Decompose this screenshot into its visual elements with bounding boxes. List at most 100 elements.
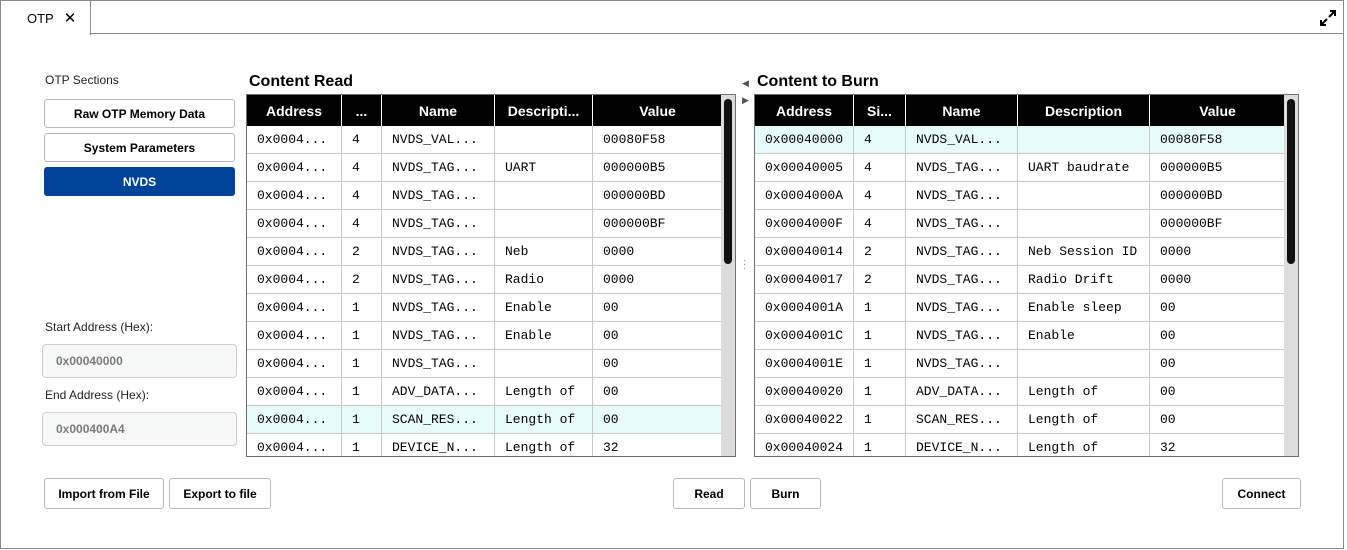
table-cell: 0x0004... [247, 238, 342, 265]
collapse-right-icon[interactable]: ▶ [742, 95, 749, 106]
column-header[interactable]: Name [382, 95, 495, 126]
nvds-button[interactable]: NVDS [44, 167, 235, 196]
splitter-handle[interactable]: · · · [743, 256, 746, 274]
content-read-table[interactable]: Address... Name Descripti... Value 0x0004...… [246, 94, 736, 457]
table-cell: SCAN_RES... [382, 406, 495, 433]
table-row[interactable]: 0x00040000 4 NVDS_VAL... 00080F58 [755, 126, 1298, 154]
table-header: Address Si... Name Description Value [755, 95, 1298, 126]
table-cell [495, 210, 593, 237]
table-cell: 1 [854, 406, 906, 433]
system-parameters-button[interactable]: System Parameters [44, 133, 235, 162]
table-cell: 000000B5 [593, 154, 723, 181]
column-header[interactable]: Address [247, 95, 342, 126]
table-row[interactable]: 0x00040022 1 SCAN_RES... Length of 00 [755, 406, 1298, 434]
table-cell: Enable [1018, 322, 1150, 349]
table-row[interactable]: 0x00040017 2 NVDS_TAG... Radio Drift 0000 [755, 266, 1298, 294]
export-to-file-button[interactable]: Export to file [169, 478, 271, 509]
column-header[interactable]: Descripti... [495, 95, 593, 126]
table-row[interactable]: 0x0004000A 4 NVDS_TAG... 000000BD [755, 182, 1298, 210]
table-row[interactable]: 0x0004... 1 NVDS_TAG... Enable 00 [247, 322, 735, 350]
table-row[interactable]: 0x00040024 1 DEVICE_N... Length of 32 [755, 434, 1298, 456]
table-cell: 4 [342, 154, 382, 181]
table-cell: 2 [342, 238, 382, 265]
tab-otp[interactable]: OTP ✕ [1, 1, 91, 35]
table-row[interactable]: 0x00040014 2 NVDS_TAG... Neb Session ID 0000 [755, 238, 1298, 266]
table-row[interactable]: 0x00040005 4 NVDS_TAG... UART baudrate 00000… [755, 154, 1298, 182]
table-cell: 0x0004... [247, 434, 342, 456]
table-row[interactable]: 0x0004... 4 NVDS_TAG... 000000BD [247, 182, 735, 210]
table-cell: 0x0004... [247, 210, 342, 237]
table-row[interactable]: 0x0004... 1 DEVICE_N... Length of 32 [247, 434, 735, 456]
import-from-file-button[interactable]: Import from File [44, 478, 164, 509]
read-button[interactable]: Read [673, 478, 745, 509]
connect-button[interactable]: Connect [1222, 478, 1301, 509]
table-cell: 1 [342, 434, 382, 456]
table-row[interactable]: 0x0004... 1 NVDS_TAG... 00 [247, 350, 735, 378]
scrollbar-thumb[interactable] [1287, 99, 1295, 264]
otp-window: OTP ✕ OTP Sections Raw OTP Memory Data S… [0, 0, 1344, 549]
table-cell: 000000BD [1150, 182, 1286, 209]
table-row[interactable]: 0x0004... 2 NVDS_TAG... Neb 0000 [247, 238, 735, 266]
table-row[interactable]: 0x0004000F 4 NVDS_TAG... 000000BF [755, 210, 1298, 238]
table-row[interactable]: 0x0004... 2 NVDS_TAG... Radio 0000 [247, 266, 735, 294]
table-cell: NVDS_TAG... [382, 322, 495, 349]
table-row[interactable]: 0x00040020 1 ADV_DATA... Length of 00 [755, 378, 1298, 406]
table-cell: NVDS_TAG... [382, 154, 495, 181]
scrollbar-thumb[interactable] [724, 99, 732, 264]
vertical-scrollbar[interactable] [1284, 95, 1298, 456]
content-to-burn-table[interactable]: Address Si... Name Description Value 0x000400… [754, 94, 1299, 457]
table-row[interactable]: 0x0004001A 1 NVDS_TAG... Enable sleep 00 [755, 294, 1298, 322]
table-cell [1018, 210, 1150, 237]
table-cell: Length of [495, 434, 593, 456]
table-cell: UART baudrate [1018, 154, 1150, 181]
table-cell: 00080F58 [1150, 126, 1286, 153]
column-header[interactable]: Description [1018, 95, 1150, 126]
column-header[interactable]: ... [342, 95, 382, 126]
table-cell [495, 126, 593, 153]
column-header[interactable]: Value [593, 95, 723, 126]
table-cell: DEVICE_N... [906, 434, 1018, 456]
table-cell: 0x0004001C [755, 322, 854, 349]
table-cell: NVDS_TAG... [382, 266, 495, 293]
tab-label: OTP [27, 10, 54, 26]
table-row[interactable]: 0x0004... 1 ADV_DATA... Length of 00 [247, 378, 735, 406]
table-cell: NVDS_TAG... [382, 294, 495, 321]
burn-button[interactable]: Burn [750, 478, 821, 509]
close-icon[interactable]: ✕ [64, 11, 77, 26]
table-cell: NVDS_TAG... [382, 182, 495, 209]
table-cell: 0x0004000A [755, 182, 854, 209]
table-row[interactable]: 0x0004... 4 NVDS_TAG... UART 000000B5 [247, 154, 735, 182]
table-cell: Length of [495, 406, 593, 433]
column-header[interactable]: Name [906, 95, 1018, 126]
table-cell: NVDS_TAG... [906, 210, 1018, 237]
table-cell: 00 [593, 350, 723, 377]
content-read-title: Content Read [249, 73, 353, 90]
maximize-icon[interactable] [1319, 9, 1337, 27]
column-header[interactable]: Value [1150, 95, 1286, 126]
vertical-scrollbar[interactable] [721, 95, 735, 456]
raw-otp-memory-button[interactable]: Raw OTP Memory Data [44, 99, 235, 128]
collapse-left-icon[interactable]: ◀ [742, 78, 749, 89]
tab-bar: OTP ✕ [1, 1, 1343, 35]
column-header[interactable]: Si... [854, 95, 906, 126]
table-cell: Length of [1018, 434, 1150, 456]
column-header[interactable]: Address [755, 95, 854, 126]
table-cell: 0x0004... [247, 294, 342, 321]
table-row[interactable]: 0x0004... 4 NVDS_TAG... 000000BF [247, 210, 735, 238]
table-cell: 0000 [593, 266, 723, 293]
end-address-input[interactable]: 0x000400A4 [42, 412, 237, 446]
table-cell: ADV_DATA... [382, 378, 495, 405]
table-cell: 00 [593, 406, 723, 433]
table-cell: NVDS_TAG... [382, 238, 495, 265]
table-row[interactable]: 0x0004... 1 SCAN_RES... Length of 00 [247, 406, 735, 434]
table-row[interactable]: 0x0004001E 1 NVDS_TAG... 00 [755, 350, 1298, 378]
table-cell: 00 [593, 294, 723, 321]
table-row[interactable]: 0x0004001C 1 NVDS_TAG... Enable 00 [755, 322, 1298, 350]
table-row[interactable]: 0x0004... 1 NVDS_TAG... Enable 00 [247, 294, 735, 322]
table-cell: NVDS_TAG... [382, 210, 495, 237]
table-row[interactable]: 0x0004... 4 NVDS_VAL... 00080F58 [247, 126, 735, 154]
start-address-input[interactable]: 0x00040000 [42, 344, 237, 378]
table-cell [1018, 126, 1150, 153]
table-cell: 4 [854, 210, 906, 237]
content-to-burn-title: Content to Burn [757, 73, 879, 90]
